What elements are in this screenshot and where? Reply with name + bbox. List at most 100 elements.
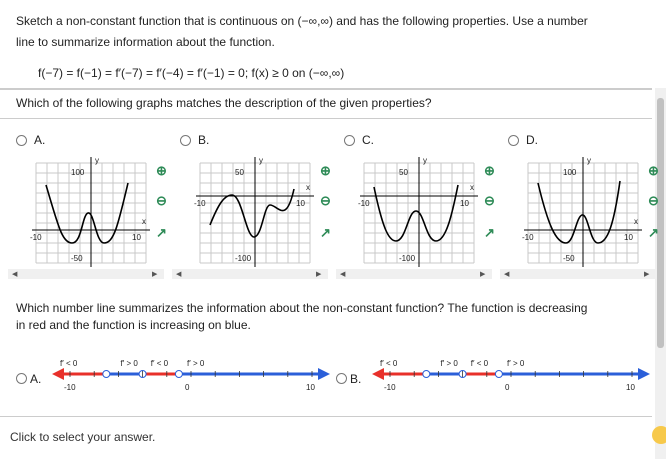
x-min-label: -10 bbox=[358, 199, 370, 208]
scrollbar-thumb[interactable] bbox=[657, 98, 664, 348]
zoom-out-icon[interactable]: ⊖ bbox=[156, 193, 167, 209]
zoom-out-icon[interactable]: ⊖ bbox=[484, 193, 495, 209]
instruction-line-2: line to summarize information about the … bbox=[16, 35, 275, 49]
x-min-label: -10 bbox=[30, 233, 42, 242]
question-1-prompt: Which of the following graphs matches th… bbox=[16, 96, 432, 110]
radio-button[interactable] bbox=[16, 135, 27, 146]
divider bbox=[0, 416, 652, 417]
graph-scrollbar[interactable]: ◀ ▶ bbox=[8, 269, 164, 279]
zoom-out-icon[interactable]: ⊖ bbox=[320, 193, 331, 209]
critical-point bbox=[102, 370, 111, 378]
tick-label: 10 bbox=[306, 383, 315, 392]
x-min-label: -10 bbox=[522, 233, 534, 242]
derivative-sign-label: f′ > 0 bbox=[507, 359, 525, 368]
y-axis-label: y bbox=[587, 156, 591, 165]
critical-point bbox=[422, 370, 431, 378]
x-max-label: 10 bbox=[460, 199, 469, 208]
footer-instruction: Click to select your answer. bbox=[10, 430, 156, 444]
derivative-sign-label: f′ < 0 bbox=[471, 359, 489, 368]
graph-scrollbar[interactable]: ◀ ▶ bbox=[500, 269, 656, 279]
scroll-right-icon[interactable]: ▶ bbox=[316, 270, 321, 278]
zoom-in-icon[interactable]: ⊕ bbox=[484, 163, 495, 179]
scroll-left-icon[interactable]: ◀ bbox=[12, 270, 17, 278]
open-new-window-icon[interactable]: ↗ bbox=[156, 225, 167, 241]
y-max-label: 50 bbox=[235, 168, 244, 177]
scroll-left-icon[interactable]: ◀ bbox=[504, 270, 509, 278]
derivative-sign-label: f′ > 0 bbox=[121, 359, 139, 368]
tick-label: -10 bbox=[64, 383, 76, 392]
question-2-prompt-line-2: in red and the function is increasing on… bbox=[16, 318, 251, 332]
open-new-window-icon[interactable]: ↗ bbox=[648, 225, 659, 241]
number-line: -10 0 10 f′ < 0 f′ > 0 f′ < 0 f′ > 0 bbox=[52, 359, 330, 392]
y-axis-label: y bbox=[259, 156, 263, 165]
function-graph: 100 -50 -10 10x y bbox=[522, 156, 642, 267]
scroll-right-icon[interactable]: ▶ bbox=[644, 270, 649, 278]
scroll-right-icon[interactable]: ▶ bbox=[480, 270, 485, 278]
right-arrow-icon bbox=[638, 368, 650, 380]
derivative-sign-label: f′ < 0 bbox=[380, 359, 398, 368]
instruction-line-1: Sketch a non-constant function that is c… bbox=[16, 14, 588, 28]
critical-point bbox=[174, 370, 183, 378]
tick-label: -10 bbox=[384, 383, 396, 392]
question-2-prompt-line-1: Which number line summarizes the informa… bbox=[16, 301, 588, 315]
scroll-left-icon[interactable]: ◀ bbox=[176, 270, 181, 278]
zoom-in-icon[interactable]: ⊕ bbox=[320, 163, 331, 179]
scrollbar[interactable] bbox=[655, 88, 666, 459]
open-new-window-icon[interactable]: ↗ bbox=[484, 225, 495, 241]
derivative-sign-label: f′ > 0 bbox=[441, 359, 459, 368]
y-axis-label: y bbox=[423, 156, 427, 165]
properties-text: f(−7) = f(−1) = f′(−7) = f′(−4) = f′(−1)… bbox=[38, 66, 345, 80]
option-letter: A. bbox=[30, 372, 42, 386]
y-max-label: 100 bbox=[563, 168, 577, 177]
y-max-label: 100 bbox=[71, 168, 85, 177]
derivative-sign-label: f′ < 0 bbox=[151, 359, 169, 368]
tick-label: 0 bbox=[505, 383, 510, 392]
option-letter: C. bbox=[362, 133, 374, 147]
y-min-label: -50 bbox=[71, 254, 83, 263]
divider bbox=[0, 118, 652, 119]
left-arrow-icon bbox=[52, 368, 64, 380]
open-new-window-icon[interactable]: ↗ bbox=[320, 225, 331, 241]
x-axis-label: x bbox=[634, 217, 638, 226]
function-graph: 100 -50 -10 10x y bbox=[30, 156, 150, 267]
graph-scrollbar[interactable]: ◀ ▶ bbox=[336, 269, 492, 279]
critical-point bbox=[494, 370, 503, 378]
y-min-label: -100 bbox=[399, 254, 416, 263]
x-axis-label: x bbox=[142, 217, 146, 226]
function-graph: 50 -100 -10 10x y bbox=[194, 156, 314, 267]
zoom-in-icon[interactable]: ⊕ bbox=[648, 163, 659, 179]
help-emoji-icon[interactable] bbox=[652, 426, 666, 444]
scroll-left-icon[interactable]: ◀ bbox=[340, 270, 345, 278]
zoom-out-icon[interactable]: ⊖ bbox=[648, 193, 659, 209]
radio-button[interactable] bbox=[336, 373, 347, 384]
tick-label: 0 bbox=[185, 383, 190, 392]
radio-button[interactable] bbox=[16, 373, 27, 384]
radio-button[interactable] bbox=[344, 135, 355, 146]
x-axis-label: x bbox=[306, 183, 310, 192]
radio-button[interactable] bbox=[180, 135, 191, 146]
number-line: -10 0 10 f′ < 0 f′ > 0 f′ < 0 f′ > 0 bbox=[372, 359, 650, 392]
x-max-label: 10 bbox=[132, 233, 141, 242]
option-letter: B. bbox=[350, 372, 362, 386]
y-max-label: 50 bbox=[399, 168, 408, 177]
zoom-in-icon[interactable]: ⊕ bbox=[156, 163, 167, 179]
y-min-label: -100 bbox=[235, 254, 252, 263]
x-axis-label: x bbox=[470, 183, 474, 192]
radio-button[interactable] bbox=[508, 135, 519, 146]
option-letter: A. bbox=[34, 133, 46, 147]
graph-scrollbar[interactable]: ◀ ▶ bbox=[172, 269, 328, 279]
x-max-label: 10 bbox=[296, 199, 305, 208]
derivative-sign-label: f′ < 0 bbox=[60, 359, 78, 368]
y-axis-label: y bbox=[95, 156, 99, 165]
function-graph: 50 -100 -10 10x y bbox=[358, 156, 478, 267]
option-letter: B. bbox=[198, 133, 210, 147]
option-letter: D. bbox=[526, 133, 538, 147]
x-max-label: 10 bbox=[624, 233, 633, 242]
left-arrow-icon bbox=[372, 368, 384, 380]
x-min-label: -10 bbox=[194, 199, 206, 208]
derivative-sign-label: f′ > 0 bbox=[187, 359, 205, 368]
divider bbox=[0, 88, 652, 90]
y-min-label: -50 bbox=[563, 254, 575, 263]
tick-label: 10 bbox=[626, 383, 635, 392]
scroll-right-icon[interactable]: ▶ bbox=[152, 270, 157, 278]
